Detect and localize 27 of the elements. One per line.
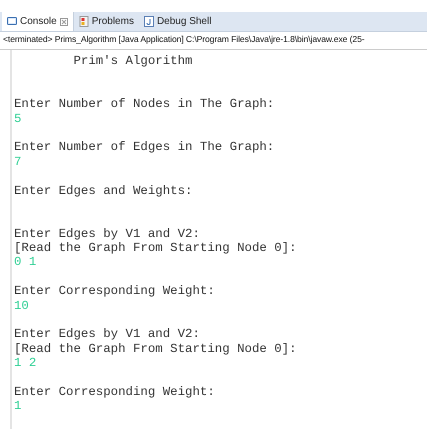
output-line: Prim's Algorithm — [72, 54, 194, 68]
problems-icon — [78, 16, 89, 27]
close-icon[interactable] — [60, 18, 68, 26]
input-line: 0 1 — [14, 255, 38, 270]
tab-label: Console — [20, 16, 57, 27]
output-line: Enter Edges and Weights: — [14, 184, 194, 198]
output-line: Enter Edges by V1 and V2: — [14, 327, 201, 342]
tab-label: Debug Shell — [156, 16, 212, 27]
input-line: 5 — [14, 112, 22, 126]
output-line: [Read the Graph From Starting Node 0]: — [14, 241, 298, 256]
view-tab[interactable]: Console — [2, 12, 74, 31]
tab-label: Problems — [92, 16, 134, 27]
console-icon — [7, 17, 17, 26]
view-tab[interactable]: Problems — [74, 12, 139, 31]
input-line: 1 2 — [14, 356, 38, 371]
process-status: <terminated> Prims_Algorithm [Java Application] C:\Program Files\Java\jre-1.8\bin\javaw.exe (25- — [0, 32, 427, 50]
java-shell-icon — [144, 16, 154, 27]
output-line: Enter Corresponding Weight: — [14, 384, 216, 400]
input-line: 1 — [14, 399, 22, 414]
output-line: Enter Corresponding Weight: — [14, 284, 216, 299]
view-tab[interactable]: Debug Shell — [138, 12, 216, 31]
input-line: 7 — [14, 154, 22, 170]
output-line: Enter Number of Edges in The Graph: — [14, 140, 276, 155]
output-line: [Read the Graph From Starting Node 0]: — [14, 342, 298, 356]
output-line: Enter Number of Nodes in The Graph: — [14, 97, 276, 112]
input-line: 10 — [14, 298, 30, 314]
output-line: Enter Edges by V1 and V2: — [14, 226, 201, 242]
